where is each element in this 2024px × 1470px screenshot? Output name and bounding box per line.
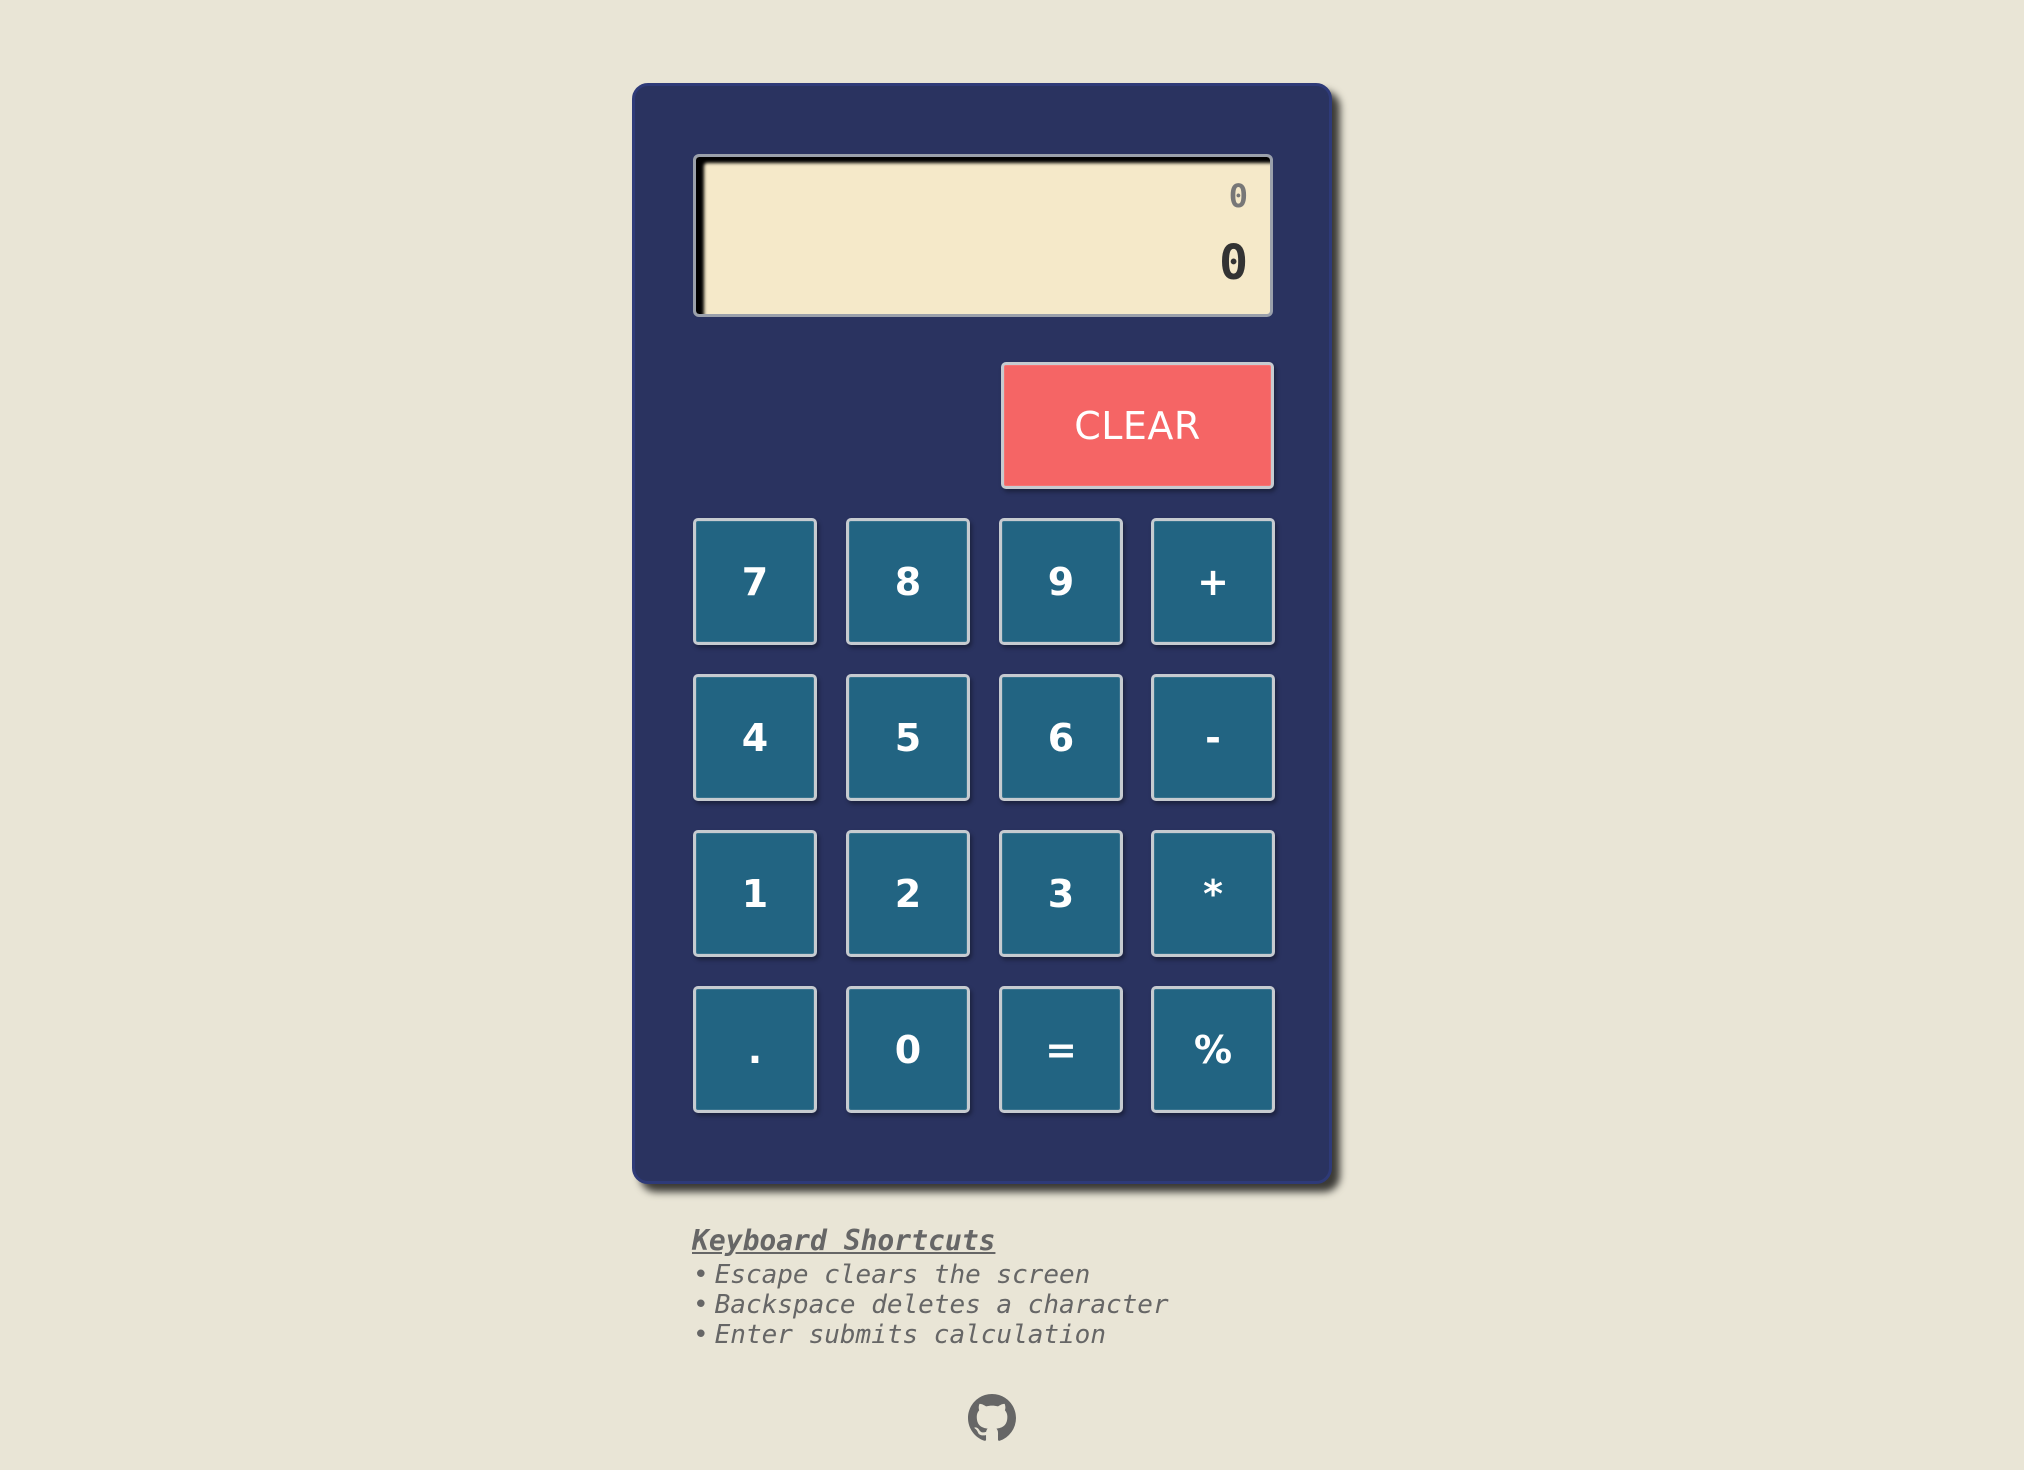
key-multiply[interactable]: * (1151, 830, 1275, 957)
github-icon[interactable] (968, 1394, 1016, 1442)
key-add[interactable]: + (1151, 518, 1275, 645)
calculator-body: 0 0 CLEAR 7 8 9 + 4 5 6 - 1 2 3 * . 0 = … (632, 83, 1332, 1184)
key-3[interactable]: 3 (999, 830, 1123, 957)
bullet-icon: • (693, 1260, 709, 1290)
key-9[interactable]: 9 (999, 518, 1123, 645)
shortcuts-list: • Escape clears the screen • Backspace del… (692, 1260, 1169, 1350)
shortcut-text: Escape clears the screen (714, 1260, 1091, 1290)
key-0[interactable]: 0 (846, 986, 970, 1113)
key-5[interactable]: 5 (846, 674, 970, 801)
key-7[interactable]: 7 (693, 518, 817, 645)
bullet-icon: • (693, 1320, 709, 1350)
shortcut-text: Backspace deletes a character (714, 1290, 1169, 1320)
shortcut-item: • Escape clears the screen (692, 1260, 1169, 1290)
key-subtract[interactable]: - (1151, 674, 1275, 801)
key-percent[interactable]: % (1151, 986, 1275, 1113)
calculator-display: 0 0 (693, 154, 1273, 317)
shortcuts-title: Keyboard Shortcuts (692, 1224, 996, 1257)
shortcut-item: • Backspace deletes a character (692, 1290, 1169, 1320)
key-equals[interactable]: = (999, 986, 1123, 1113)
current-value: 0 (1219, 235, 1248, 291)
key-4[interactable]: 4 (693, 674, 817, 801)
github-logo (968, 1394, 1016, 1441)
key-8[interactable]: 8 (846, 518, 970, 645)
key-6[interactable]: 6 (999, 674, 1123, 801)
key-2[interactable]: 2 (846, 830, 970, 957)
key-decimal[interactable]: . (693, 986, 817, 1113)
key-1[interactable]: 1 (693, 830, 817, 957)
keyboard-shortcuts: Keyboard Shortcuts • Escape clears the sc… (692, 1222, 1169, 1350)
previous-value: 0 (1228, 177, 1248, 215)
bullet-icon: • (693, 1290, 709, 1320)
shortcut-item: • Enter submits calculation (692, 1320, 1169, 1350)
shortcut-text: Enter submits calculation (714, 1320, 1106, 1350)
clear-button[interactable]: CLEAR (1001, 362, 1274, 489)
